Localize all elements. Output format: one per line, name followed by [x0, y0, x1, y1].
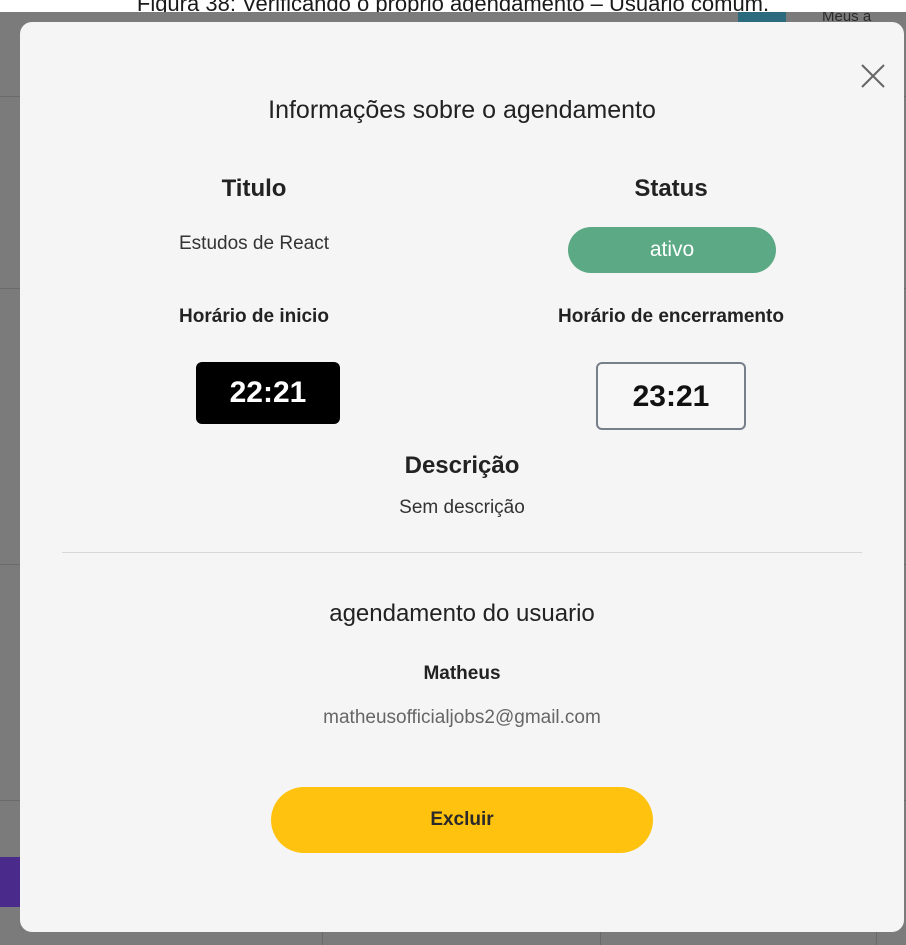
delete-button[interactable]: Excluir — [271, 787, 653, 853]
end-time-value: 23:21 — [596, 362, 746, 430]
section-divider — [62, 552, 862, 553]
description-label: Descrição — [404, 452, 520, 479]
status-label: Status — [634, 175, 708, 202]
modal-heading: Informações sobre o agendamento — [268, 96, 656, 124]
description-value: Sem descrição — [399, 497, 525, 518]
close-icon[interactable] — [859, 62, 887, 90]
start-time-value: 22:21 — [196, 362, 340, 424]
owner-section-heading: agendamento do usuario — [329, 600, 595, 627]
title-value: Estudos de React — [179, 233, 329, 254]
owner-name: Matheus — [423, 663, 501, 684]
start-time-label: Horário de inicio — [179, 306, 329, 327]
title-label: Titulo — [221, 175, 287, 202]
status-badge: ativo — [568, 227, 776, 273]
end-time-label: Horário de encerramento — [558, 306, 784, 327]
appointment-info-modal: Informações sobre o agendamento Titulo S… — [20, 22, 904, 932]
owner-email: matheusofficialjobs2@gmail.com — [323, 707, 601, 728]
